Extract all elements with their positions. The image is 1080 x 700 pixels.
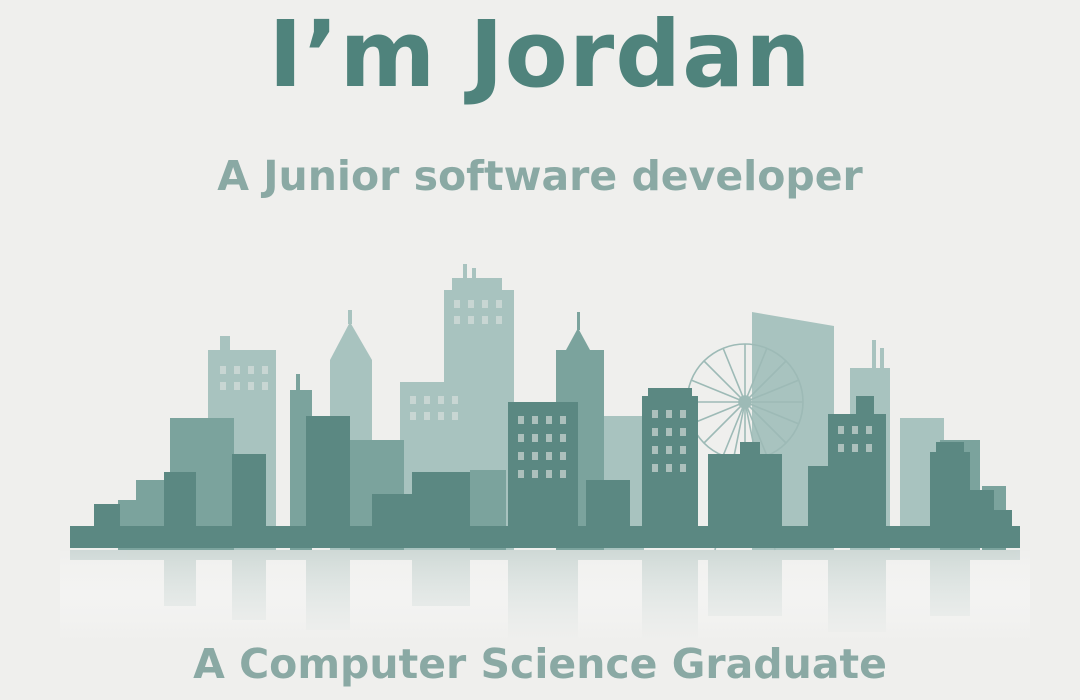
subtitle-role: A Junior software developer [217,152,863,200]
reflection-fade [60,548,1030,640]
city-skyline-icon [60,264,1030,640]
page-title: I’m Jordan [268,1,812,108]
city-skyline-illustration [0,250,1080,640]
subtitle-degree: A Computer Science Graduate [193,640,887,688]
